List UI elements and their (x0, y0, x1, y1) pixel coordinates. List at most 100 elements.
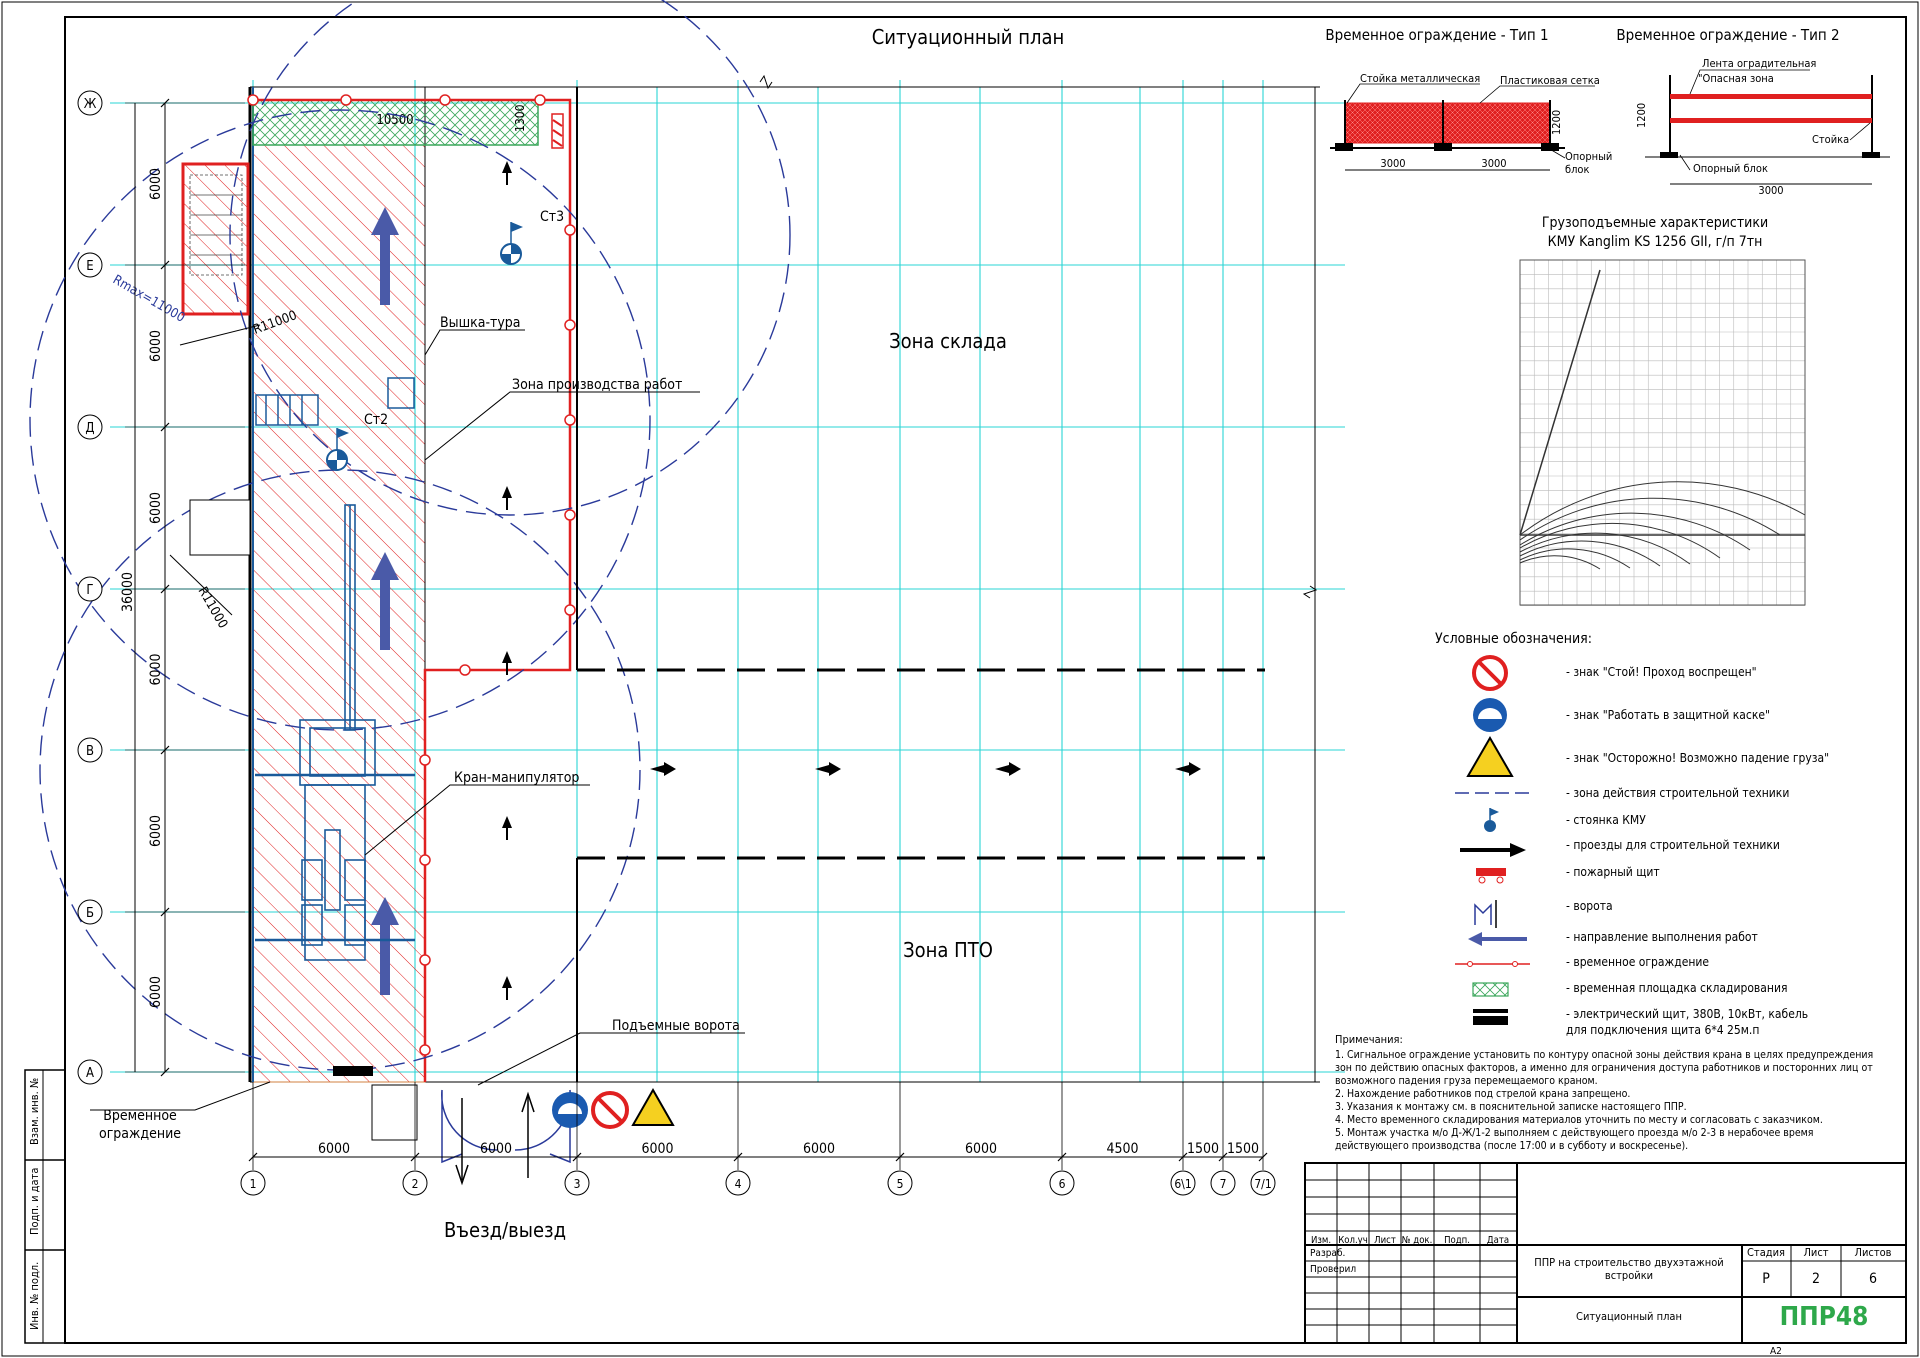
fence1-base-label-1: Опорный (1565, 150, 1612, 163)
row-axis-label: Д (85, 421, 94, 436)
zone-pto-label: Зона ПТО (903, 938, 993, 962)
fence1-width-2: 3000 (1481, 157, 1506, 170)
legend-item-label: - знак "Осторожно! Возможно падение груз… (1566, 751, 1829, 765)
legend-storage-icon (1472, 982, 1509, 997)
stamp-column-label: Дата (1487, 1235, 1509, 1246)
side-label-replaced: Взам. инв. № (28, 1078, 41, 1145)
crane-load-chart: Грузоподъемные характеристики КМУ Kangli… (1519, 215, 1806, 606)
legend-item-label: - ворота (1566, 899, 1613, 913)
fence2-danger-label: "Опасная зона (1698, 72, 1774, 85)
row-dimension-label: 6000 (148, 815, 164, 847)
row-dimension-label: 6000 (148, 492, 164, 524)
column-axis-label: 7 (1220, 1177, 1227, 1191)
fence1-post-label: Стойка металлическая (1360, 72, 1480, 85)
dim-1300: 1300 (513, 104, 527, 132)
row-dimension-label: 6000 (148, 653, 164, 685)
stamp-project-1: ППР на строительство двухэтажной (1534, 1256, 1723, 1269)
row-axis-label: Е (86, 259, 93, 274)
callout-temp-fence-2: ограждение (99, 1126, 181, 1142)
column-dimension-label: 6000 (803, 1141, 835, 1157)
stamp-sheet-header: Лист (1803, 1246, 1828, 1259)
legend-item-label: для подключения щита 6*4 25м.п (1566, 1023, 1759, 1037)
legend-item-label: - стоянка КМУ (1566, 813, 1646, 827)
fence2-tape-label: Лента оградительная (1702, 57, 1816, 70)
fence1-height: 1200 (1550, 110, 1563, 135)
note-line: возможного падения груза перемещаемого к… (1335, 1075, 1598, 1087)
legend-item-label: - знак "Работать в защитной каске" (1566, 708, 1770, 722)
stamp-row-checked: Проверил (1310, 1264, 1356, 1275)
plan-title: Ситуационный план (872, 25, 1065, 49)
fence2-width: 3000 (1758, 184, 1783, 197)
note-line: 4. Место временного складирования матери… (1335, 1114, 1823, 1126)
column-dimension-label: 4500 (1106, 1141, 1138, 1157)
fence1-width-1: 3000 (1380, 157, 1405, 170)
legend-no-entry-icon (1472, 655, 1508, 691)
stair-block (181, 162, 250, 316)
stamp-sheet-title: Ситуационный план (1576, 1310, 1682, 1323)
fence1-mesh-label: Пластиковая сетка (1500, 74, 1600, 87)
row-axis-label: В (86, 744, 94, 759)
crane-chart-title-2: КМУ Kanglim KS 1256 GII, г/п 7тн (1548, 234, 1763, 250)
column-axis-label: 5 (897, 1177, 904, 1191)
column-dimension-label: 1500 (1187, 1141, 1219, 1157)
entry-exit-label: Въезд/выезд (444, 1218, 566, 1242)
callout-tower: Вышка-тура (440, 315, 521, 331)
stamp-column-label: № док. (1402, 1235, 1433, 1246)
stamp-project-2: встройки (1605, 1269, 1653, 1282)
column-dimension-label: 6000 (965, 1141, 997, 1157)
legend-item-label: - электрический щит, 380В, 10кВт, кабель (1566, 1007, 1808, 1021)
callout-work-zone: Зона производства работ (512, 377, 682, 393)
row-dimension-label: 6000 (148, 168, 164, 200)
legend-item-label: - временное ограждение (1566, 955, 1709, 969)
stamp-column-label: Подп. (1444, 1235, 1470, 1246)
electric-panel-icon (333, 1066, 373, 1076)
fence2-post-label: Стойка (1812, 133, 1849, 146)
zone-warehouse-label: Зона склада (889, 329, 1007, 353)
row-axis-label: Ж (84, 97, 97, 112)
stamp-column-label: Кол.уч (1338, 1235, 1368, 1246)
legend-item-label: - пожарный щит (1566, 865, 1660, 879)
sign-helmet-icon (552, 1092, 588, 1128)
legend-electric-panel-icon (1473, 1009, 1508, 1025)
callout-temp-fence-1: Временное (103, 1108, 177, 1124)
stamp-column-label: Изм. (1311, 1235, 1331, 1246)
row-dimension-label: 6000 (148, 330, 164, 362)
fence1-base-label-2: блок (1565, 163, 1589, 176)
legend-helmet-icon (1473, 698, 1507, 732)
column-dimension-label: 6000 (641, 1141, 673, 1157)
column-axis-label: 4 (735, 1177, 742, 1191)
sign-no-entry-icon (591, 1091, 629, 1129)
column-axis-label: 6 (1059, 1177, 1066, 1191)
stamp-sheet-number: 2 (1812, 1271, 1820, 1287)
legend-item-label: - проезды для строительной техники (1566, 838, 1780, 852)
fence2-base-label: Опорный блок (1693, 162, 1768, 175)
note-line: 5. Монтаж участка м/о Д-Ж/1-2 выполняем … (1335, 1127, 1813, 1139)
column-axis-label: 3 (574, 1177, 581, 1191)
stamp-column-label: Лист (1374, 1235, 1396, 1246)
dim-total-36000: 36000 (120, 572, 136, 612)
label-st2: Ст2 (364, 412, 388, 428)
column-dimension-label: 6000 (318, 1141, 350, 1157)
fire-shield-icon (551, 113, 564, 149)
column-dimension-label: 6000 (480, 1141, 512, 1157)
crane-chart-title-1: Грузоподъемные характеристики (1542, 215, 1768, 231)
stamp-sheets-header: Листов (1855, 1246, 1892, 1259)
callout-lift-gate: Подъемные ворота (612, 1018, 740, 1034)
notes-title: Примечания: (1335, 1033, 1403, 1046)
fence1-title: Временное ограждение - Тип 1 (1325, 26, 1548, 44)
note-line: зон по действию опасных факторов, а имен… (1335, 1062, 1873, 1074)
column-axis-label: 2 (412, 1177, 419, 1191)
note-line: 3. Указания к монтажу см. в пояснительно… (1335, 1101, 1687, 1113)
column-axis-label: 7/1 (1254, 1177, 1271, 1191)
note-line: действующего производства (после 17:00 и… (1335, 1140, 1688, 1152)
row-axis-label: А (86, 1066, 94, 1081)
row-axis-label: Г (86, 583, 93, 598)
label-st3: Ст3 (540, 209, 564, 225)
stamp-format: А2 (1770, 1346, 1782, 1357)
fence2-title: Временное ограждение - Тип 2 (1616, 26, 1839, 44)
legend-item-label: - зона действия строительной техники (1566, 786, 1789, 800)
fence2-height: 1200 (1635, 103, 1648, 128)
stamp-logo: ППР48 (1780, 1302, 1869, 1332)
stamp-stage: Р (1762, 1271, 1770, 1287)
stamp-stage-header: Стадия (1747, 1246, 1785, 1259)
